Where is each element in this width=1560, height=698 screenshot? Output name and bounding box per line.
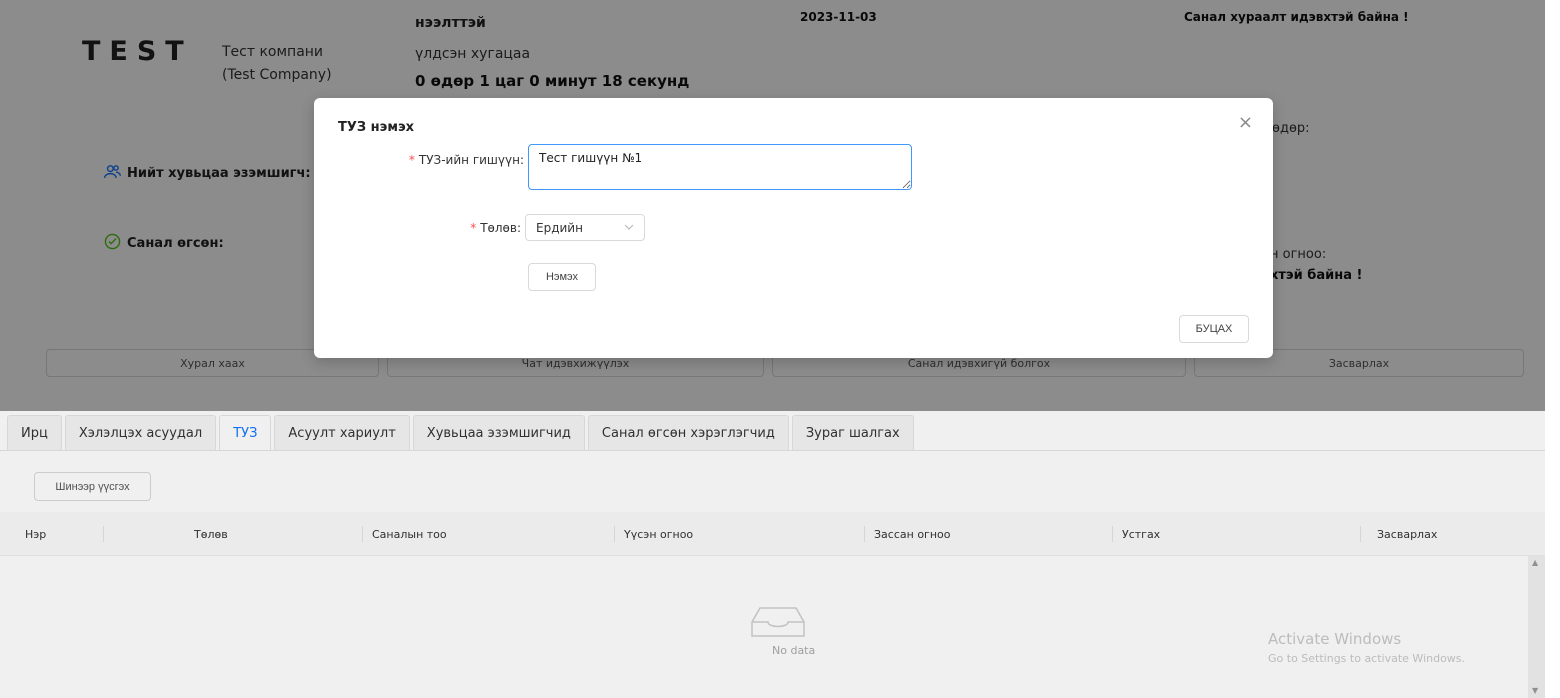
meeting-page: TEST Тест компани (Test Company) нээлттэ… (0, 0, 1545, 698)
status-label-text: Төлөв (480, 221, 517, 235)
window-edge (1545, 0, 1560, 698)
member-label-text: ТУЗ-ийн гишүүн (418, 153, 520, 167)
back-button[interactable]: БУЦАХ (1179, 315, 1249, 343)
status-selected-value: Ердийн (536, 220, 583, 235)
add-member-button[interactable]: Нэмэх (528, 263, 596, 291)
member-name-input[interactable] (528, 144, 912, 190)
add-board-member-modal: ТУЗ нэмэх × *ТУЗ-ийн гишүүн: *Төлөв: Ерд… (314, 98, 1273, 358)
required-mark: * (470, 221, 477, 235)
modal-title: ТУЗ нэмэх (338, 120, 415, 135)
close-icon[interactable]: × (1238, 112, 1253, 133)
status-select[interactable]: Ердийн (525, 214, 645, 241)
label-colon: : (516, 221, 521, 235)
status-field-label: * Төлөв: (400, 221, 521, 235)
label-colon: : (519, 153, 524, 167)
member-field-label: * ТУЗ-ийн гишүүн: (400, 153, 524, 167)
chevron-down-icon (624, 222, 634, 233)
required-mark: * (408, 153, 415, 167)
content-shade (0, 411, 1545, 698)
